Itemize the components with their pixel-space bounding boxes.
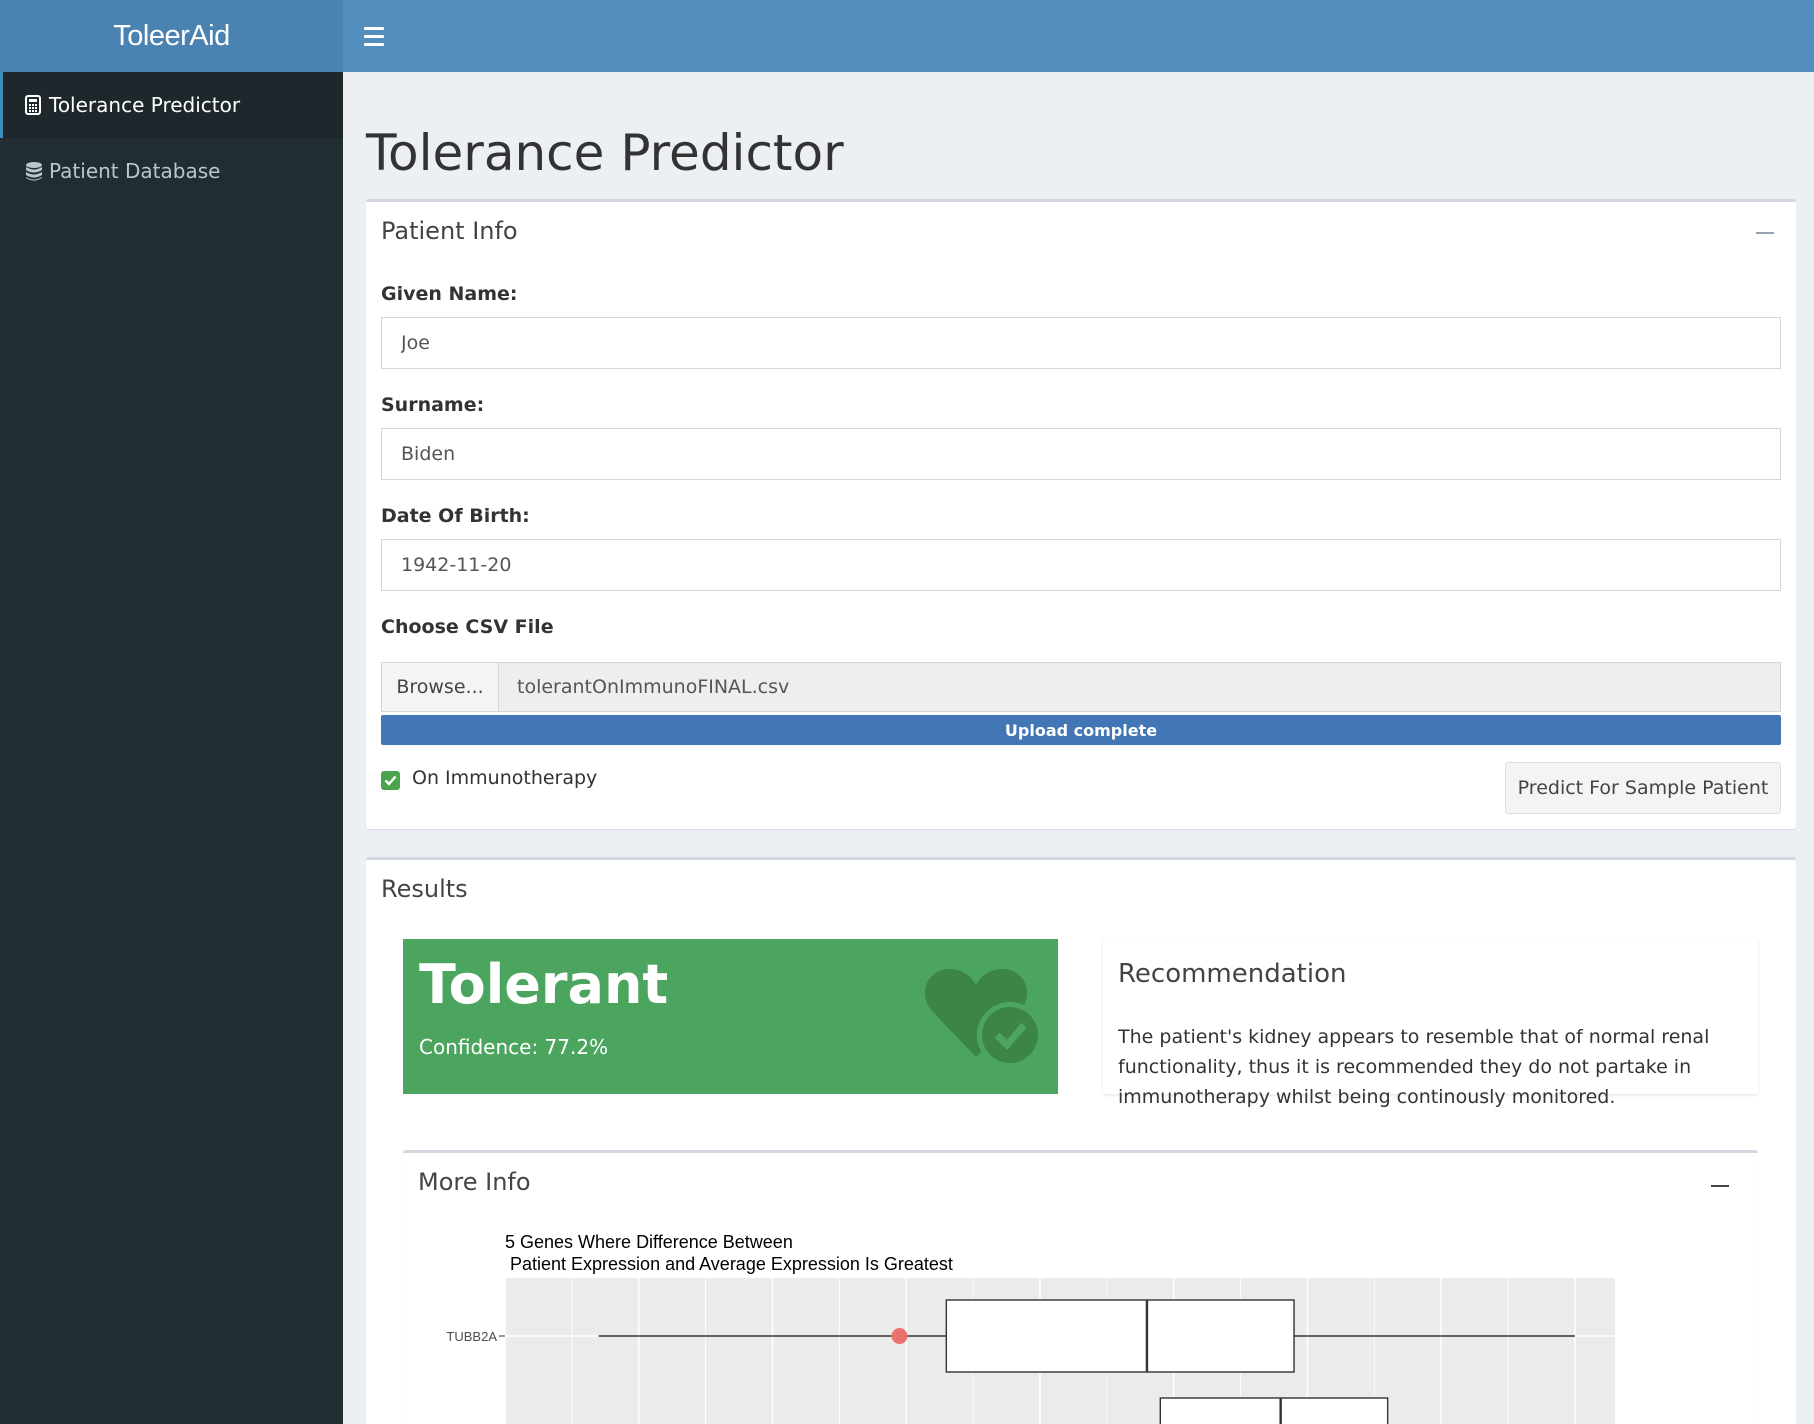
heart-check-icon [922, 961, 1052, 1075]
patient-info-box: Patient Info Given Name: Surname: Date O… [366, 199, 1796, 829]
browse-button[interactable]: Browse... [381, 662, 499, 712]
surname-label: Surname: [381, 394, 485, 416]
tick-labels: TUBB2A [446, 1329, 505, 1344]
sidebar-item-tolerance-predictor[interactable]: Tolerance Predictor [0, 72, 343, 138]
recommendation-text: The patient's kidney appears to resemble… [1118, 1026, 1710, 1108]
database-icon [25, 161, 43, 181]
file-name-field: tolerantOnImmunoFINAL.csv [499, 662, 1781, 712]
upload-progress-bar: Upload complete [381, 715, 1781, 745]
patient-info-title: Patient Info [381, 217, 518, 245]
tolerance-status-box: Tolerant Confidence: 77.2% [403, 939, 1058, 1094]
calculator-icon [25, 95, 43, 115]
immunotherapy-checkbox[interactable] [381, 771, 400, 790]
csv-file-label: Choose CSV File [381, 616, 554, 638]
y-tick-label: TUBB2A [446, 1329, 497, 1344]
results-title: Results [381, 875, 468, 903]
app-logo[interactable]: ToleerAid [0, 0, 343, 72]
sidebar: Tolerance Predictor Patient Database [0, 72, 343, 1424]
box-iqr [1159, 1397, 1389, 1424]
gene-expression-chart: TUBB2A [446, 1278, 1615, 1424]
predict-button[interactable]: Predict For Sample Patient [1505, 762, 1781, 814]
box-iqr [945, 1299, 1295, 1373]
recommendation-box: Recommendation The patient's kidney appe… [1103, 939, 1758, 1108]
sidebar-toggle-icon[interactable] [364, 22, 386, 50]
sidebar-item-patient-database[interactable]: Patient Database [0, 138, 343, 204]
immunotherapy-label[interactable]: On Immunotherapy [412, 767, 597, 789]
surname-input[interactable] [381, 428, 1781, 480]
given-name-input[interactable] [381, 317, 1781, 369]
dob-label: Date Of Birth: [381, 505, 530, 527]
patient-point [891, 1328, 908, 1344]
recommendation-title: Recommendation [1118, 959, 1347, 989]
collapse-icon[interactable] [1756, 232, 1774, 234]
dob-input[interactable] [381, 539, 1781, 591]
main-content: Tolerance Predictor Patient Info Given N… [343, 72, 1814, 1424]
more-info-box: More Info 5 Genes Where Difference Betwe… [403, 1150, 1758, 1424]
tolerance-status-value: Tolerant [419, 953, 669, 1016]
given-name-label: Given Name: [381, 283, 518, 305]
file-input-group: Browse... tolerantOnImmunoFINAL.csv [381, 662, 1781, 712]
page-title: Tolerance Predictor [366, 124, 844, 182]
sidebar-item-label: Tolerance Predictor [49, 93, 241, 117]
sidebar-item-label: Patient Database [49, 159, 221, 183]
top-navbar: ToleerAid [0, 0, 1814, 72]
checkmark-icon [384, 775, 397, 786]
confidence-text: Confidence: 77.2% [419, 1035, 609, 1059]
